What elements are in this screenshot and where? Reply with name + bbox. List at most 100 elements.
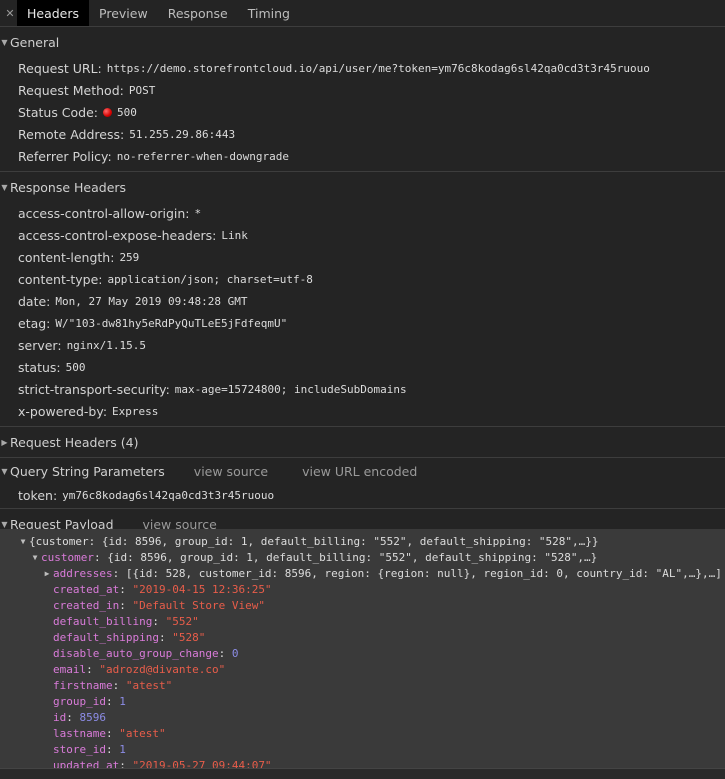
- payload-field-row: created_at: "2019-04-15 12:36:25": [53, 582, 272, 596]
- response-headers-header[interactable]: ▼ Response Headers: [0, 172, 725, 202]
- section-title: Request Headers (4): [10, 434, 139, 450]
- section-title: Response Headers: [10, 179, 127, 195]
- property-key: id: [53, 710, 67, 724]
- status-code-value: 500: [117, 105, 137, 119]
- tab-timing[interactable]: Timing: [238, 0, 300, 26]
- query-string-header[interactable]: ▼ Query String Parameters view source vi…: [0, 458, 725, 484]
- header-key: access-control-expose-headers:: [18, 227, 217, 243]
- property-key: store_id: [53, 742, 106, 756]
- close-icon[interactable]: ✕: [3, 0, 17, 26]
- property-key: group_id: [53, 694, 106, 708]
- payload-field-row: firstname: "atest": [53, 678, 173, 692]
- general-section: ▼ General Request URL: https://demo.stor…: [0, 27, 725, 172]
- header-key: access-control-allow-origin:: [18, 205, 190, 221]
- property-key: lastname: [53, 726, 106, 740]
- header-value: 500: [65, 360, 86, 374]
- header-row: access-control-allow-origin: *: [18, 202, 725, 224]
- property-value: "552": [165, 614, 199, 628]
- header-row: status: 500: [18, 356, 725, 378]
- header-key: etag:: [18, 315, 51, 331]
- header-key: strict-transport-security:: [18, 381, 170, 397]
- query-string-section: ▼ Query String Parameters view source vi…: [0, 458, 725, 509]
- addresses-row[interactable]: ▶ addresses: [{id: 528, customer_id: 859…: [0, 565, 725, 581]
- request-url-row: Request URL: https://demo.storefrontclou…: [18, 57, 725, 79]
- collapsed-triangle-icon: ▶: [44, 568, 50, 578]
- header-row: x-powered-by: Express: [18, 400, 725, 422]
- root-summary: {customer: {id: 8596, group_id: 1, defau…: [29, 534, 599, 548]
- tab-preview[interactable]: Preview: [89, 0, 158, 26]
- request-headers-section: ▶ Request Headers (4): [0, 427, 725, 458]
- header-key: server:: [18, 337, 62, 353]
- property-value: "Default Store View": [132, 598, 265, 612]
- header-row: content-length: 259: [18, 246, 725, 268]
- property-value: "atest": [119, 726, 166, 740]
- payload-field-row: disable_auto_group_change: 0: [53, 646, 239, 660]
- property-value: "2019-04-15 12:36:25": [132, 582, 272, 596]
- payload-field-row: store_id: 1: [53, 742, 126, 756]
- view-url-encoded-link[interactable]: view URL encoded: [302, 464, 417, 479]
- property-value: "adrozd@divante.co": [99, 662, 226, 676]
- payload-field-row: id: 8596: [53, 710, 107, 724]
- property-value: 0: [231, 646, 239, 660]
- expanded-triangle-icon: ▼: [32, 552, 38, 562]
- property-key: disable_auto_group_change: [53, 646, 219, 660]
- row-key: Status Code:: [18, 104, 99, 120]
- row-key: Remote Address:: [18, 126, 125, 142]
- property-key: email: [53, 662, 87, 676]
- expanded-triangle-icon: ▼: [1, 519, 8, 529]
- remote-address-value: 51.255.29.86:443: [129, 127, 236, 141]
- payload-field-row: email: "adrozd@divante.co": [53, 662, 226, 676]
- header-value: Mon, 27 May 2019 09:48:28 GMT: [55, 294, 248, 308]
- header-key: content-length:: [18, 249, 115, 265]
- param-value: ym76c8kodag6sl42qa0cd3t3r45ruouo: [62, 488, 275, 502]
- remote-address-row: Remote Address: 51.255.29.86:443: [18, 123, 725, 145]
- payload-tree: ▼ {customer: {id: 8596, group_id: 1, def…: [0, 529, 725, 779]
- query-param-row: token: ym76c8kodag6sl42qa0cd3t3r45ruouo: [18, 484, 725, 506]
- view-source-link[interactable]: view source: [194, 464, 268, 479]
- property-key: firstname: [53, 678, 113, 692]
- property-value: "atest": [125, 678, 173, 692]
- property-key: created_at: [53, 582, 120, 596]
- header-row: date: Mon, 27 May 2019 09:48:28 GMT: [18, 290, 725, 312]
- customer-row[interactable]: ▼ customer: {id: 8596, group_id: 1, defa…: [0, 549, 725, 565]
- payload-field-row: created_in: "Default Store View": [53, 598, 265, 612]
- tab-headers[interactable]: Headers: [17, 0, 90, 26]
- row-key: Request Method:: [18, 82, 124, 98]
- section-title: Query String Parameters: [10, 463, 165, 479]
- request-url-value: https://demo.storefrontcloud.io/api/user…: [106, 61, 650, 75]
- tab-response[interactable]: Response: [158, 0, 238, 26]
- request-method-row: Request Method: POST: [18, 79, 725, 101]
- header-value: Link: [221, 228, 248, 242]
- property-value: 1: [119, 742, 126, 756]
- referrer-policy-value: no-referrer-when-downgrade: [116, 149, 289, 163]
- tab-bar: ✕ Headers Preview Response Timing: [0, 0, 725, 27]
- header-value: 259: [119, 250, 140, 264]
- property-value: 1: [119, 694, 126, 708]
- header-row: strict-transport-security: max-age=157248…: [18, 378, 725, 400]
- customer-summary: {id: 8596, group_id: 1, default_billing:…: [107, 550, 598, 564]
- property-key: default_shipping: [53, 630, 159, 644]
- general-header[interactable]: ▼ General: [0, 27, 725, 57]
- expanded-triangle-icon: ▼: [20, 536, 26, 546]
- payload-field-row: default_shipping: "528": [53, 630, 206, 644]
- status-code-row: Status Code: 500: [18, 101, 725, 123]
- header-row: server: nginx/1.15.5: [18, 334, 725, 356]
- request-headers-header[interactable]: ▶ Request Headers (4): [0, 427, 725, 457]
- row-key: Referrer Policy:: [18, 148, 112, 164]
- header-value: nginx/1.15.5: [66, 338, 147, 352]
- payload-field-row: lastname: "atest": [53, 726, 166, 740]
- param-key: token:: [18, 487, 58, 503]
- addresses-summary: [{id: 528, customer_id: 8596, region: {r…: [125, 566, 722, 580]
- header-row: content-type: application/json; charset=u…: [18, 268, 725, 290]
- expanded-triangle-icon: ▼: [1, 466, 8, 476]
- request-method-value: POST: [128, 83, 156, 97]
- property-value: 8596: [79, 710, 107, 724]
- header-value: application/json; charset=utf-8: [107, 272, 313, 286]
- header-value: *: [194, 206, 202, 220]
- payload-root-row[interactable]: ▼ {customer: {id: 8596, group_id: 1, def…: [0, 533, 725, 549]
- expanded-triangle-icon: ▼: [1, 37, 8, 47]
- horizontal-scrollbar[interactable]: [0, 768, 725, 779]
- header-key: date:: [18, 293, 51, 309]
- section-title: General: [10, 34, 60, 50]
- status-error-icon: [103, 107, 113, 117]
